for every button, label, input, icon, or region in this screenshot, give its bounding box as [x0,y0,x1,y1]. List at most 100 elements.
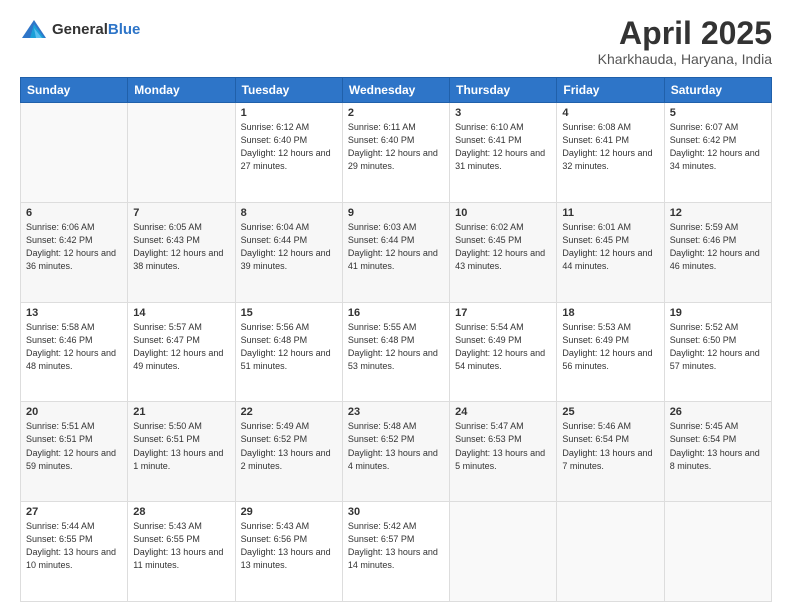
day-info: Sunrise: 5:48 AM Sunset: 6:52 PM Dayligh… [348,420,444,472]
day-info: Sunrise: 5:58 AM Sunset: 6:46 PM Dayligh… [26,321,122,373]
table-row: 4Sunrise: 6:08 AM Sunset: 6:41 PM Daylig… [557,103,664,203]
day-info: Sunrise: 6:05 AM Sunset: 6:43 PM Dayligh… [133,221,229,273]
day-info: Sunrise: 5:47 AM Sunset: 6:53 PM Dayligh… [455,420,551,472]
day-info: Sunrise: 5:51 AM Sunset: 6:51 PM Dayligh… [26,420,122,472]
day-number: 23 [348,406,444,418]
table-row: 5 Sunrise: 6:07 AM Sunset: 6:42 PM Daylig… [664,103,771,203]
day-number: 7 [133,207,229,219]
day-number: 8 [241,207,337,219]
table-row: 20 Sunrise: 5:51 AM Sunset: 6:51 PM Dayli… [21,402,128,502]
table-row: 13 Sunrise: 5:58 AM Sunset: 6:46 PM Dayli… [21,302,128,402]
logo-icon [20,16,48,44]
day-number: 20 [26,406,122,418]
day-info: Sunrise: 5:44 AM Sunset: 6:55 PM Dayligh… [26,520,122,572]
day-number: 28 [133,506,229,518]
day-number: 15 [241,307,337,319]
table-row [450,502,557,602]
day-number: 6 [26,207,122,219]
day-number: 5 [670,107,766,119]
col-monday: Monday [128,78,235,103]
table-row: 8 Sunrise: 6:04 AM Sunset: 6:44 PM Daylig… [235,202,342,302]
day-info: Sunrise: 6:10 AM Sunset: 6:41 PM Dayligh… [455,121,551,173]
day-number: 4 [562,107,658,119]
calendar-header-row: Sunday Monday Tuesday Wednesday Thursday… [21,78,772,103]
day-number: 24 [455,406,551,418]
day-info: Sunrise: 5:50 AM Sunset: 6:51 PM Dayligh… [133,420,229,472]
day-info: Sunrise: 5:43 AM Sunset: 6:55 PM Dayligh… [133,520,229,572]
day-number: 13 [26,307,122,319]
table-row: 6 Sunrise: 6:06 AM Sunset: 6:42 PM Daylig… [21,202,128,302]
logo-general: General [52,21,108,38]
title-month: April 2025 [598,16,772,51]
table-row [557,502,664,602]
header: GeneralBlue April 2025 Kharkhauda, Harya… [20,16,772,67]
day-number: 18 [562,307,658,319]
table-row: 3 Sunrise: 6:10 AM Sunset: 6:41 PM Daylig… [450,103,557,203]
day-info: Sunrise: 6:12 AM Sunset: 6:40 PM Dayligh… [241,121,337,173]
day-info: Sunrise: 6:03 AM Sunset: 6:44 PM Dayligh… [348,221,444,273]
col-saturday: Saturday [664,78,771,103]
table-row: 21Sunrise: 5:50 AM Sunset: 6:51 PM Dayli… [128,402,235,502]
calendar-week-row: 6 Sunrise: 6:06 AM Sunset: 6:42 PM Daylig… [21,202,772,302]
day-info: Sunrise: 5:43 AM Sunset: 6:56 PM Dayligh… [241,520,337,572]
calendar-week-row: 27 Sunrise: 5:44 AM Sunset: 6:55 PM Dayli… [21,502,772,602]
day-number: 2 [348,107,444,119]
day-info: Sunrise: 5:56 AM Sunset: 6:48 PM Dayligh… [241,321,337,373]
table-row: 30 Sunrise: 5:42 AM Sunset: 6:57 PM Dayli… [342,502,449,602]
day-info: Sunrise: 5:53 AM Sunset: 6:49 PM Dayligh… [562,321,658,373]
day-info: Sunrise: 6:01 AM Sunset: 6:45 PM Dayligh… [562,221,658,273]
table-row: 22Sunrise: 5:49 AM Sunset: 6:52 PM Dayli… [235,402,342,502]
table-row: 24 Sunrise: 5:47 AM Sunset: 6:53 PM Dayli… [450,402,557,502]
day-number: 25 [562,406,658,418]
day-number: 14 [133,307,229,319]
col-friday: Friday [557,78,664,103]
day-info: Sunrise: 5:55 AM Sunset: 6:48 PM Dayligh… [348,321,444,373]
title-location: Kharkhauda, Haryana, India [598,51,772,67]
table-row: 2Sunrise: 6:11 AM Sunset: 6:40 PM Daylig… [342,103,449,203]
day-number: 12 [670,207,766,219]
col-wednesday: Wednesday [342,78,449,103]
table-row: 28 Sunrise: 5:43 AM Sunset: 6:55 PM Dayli… [128,502,235,602]
day-info: Sunrise: 5:59 AM Sunset: 6:46 PM Dayligh… [670,221,766,273]
table-row: 14Sunrise: 5:57 AM Sunset: 6:47 PM Dayli… [128,302,235,402]
day-info: Sunrise: 5:52 AM Sunset: 6:50 PM Dayligh… [670,321,766,373]
day-number: 9 [348,207,444,219]
day-info: Sunrise: 5:45 AM Sunset: 6:54 PM Dayligh… [670,420,766,472]
day-info: Sunrise: 5:42 AM Sunset: 6:57 PM Dayligh… [348,520,444,572]
day-number: 3 [455,107,551,119]
table-row: 7 Sunrise: 6:05 AM Sunset: 6:43 PM Daylig… [128,202,235,302]
col-thursday: Thursday [450,78,557,103]
table-row: 26 Sunrise: 5:45 AM Sunset: 6:54 PM Dayli… [664,402,771,502]
day-number: 26 [670,406,766,418]
day-number: 27 [26,506,122,518]
day-info: Sunrise: 5:54 AM Sunset: 6:49 PM Dayligh… [455,321,551,373]
day-info: Sunrise: 6:02 AM Sunset: 6:45 PM Dayligh… [455,221,551,273]
table-row [128,103,235,203]
day-info: Sunrise: 5:46 AM Sunset: 6:54 PM Dayligh… [562,420,658,472]
logo-blue: Blue [108,21,141,38]
day-number: 29 [241,506,337,518]
day-number: 17 [455,307,551,319]
table-row: 11Sunrise: 6:01 AM Sunset: 6:45 PM Dayli… [557,202,664,302]
day-number: 30 [348,506,444,518]
table-row: 15 Sunrise: 5:56 AM Sunset: 6:48 PM Dayli… [235,302,342,402]
day-number: 10 [455,207,551,219]
calendar-table: Sunday Monday Tuesday Wednesday Thursday… [20,77,772,602]
day-number: 1 [241,107,337,119]
table-row: 19Sunrise: 5:52 AM Sunset: 6:50 PM Dayli… [664,302,771,402]
day-number: 22 [241,406,337,418]
day-info: Sunrise: 6:04 AM Sunset: 6:44 PM Dayligh… [241,221,337,273]
day-info: Sunrise: 6:06 AM Sunset: 6:42 PM Dayligh… [26,221,122,273]
col-sunday: Sunday [21,78,128,103]
table-row: 29 Sunrise: 5:43 AM Sunset: 6:56 PM Dayli… [235,502,342,602]
table-row: 10 Sunrise: 6:02 AM Sunset: 6:45 PM Dayli… [450,202,557,302]
table-row [21,103,128,203]
table-row [664,502,771,602]
table-row: 18 Sunrise: 5:53 AM Sunset: 6:49 PM Dayli… [557,302,664,402]
calendar-week-row: 13 Sunrise: 5:58 AM Sunset: 6:46 PM Dayli… [21,302,772,402]
table-row: 12 Sunrise: 5:59 AM Sunset: 6:46 PM Dayli… [664,202,771,302]
day-info: Sunrise: 6:07 AM Sunset: 6:42 PM Dayligh… [670,121,766,173]
table-row: 9 Sunrise: 6:03 AM Sunset: 6:44 PM Daylig… [342,202,449,302]
page: GeneralBlue April 2025 Kharkhauda, Harya… [0,0,792,612]
table-row: 23 Sunrise: 5:48 AM Sunset: 6:52 PM Dayli… [342,402,449,502]
